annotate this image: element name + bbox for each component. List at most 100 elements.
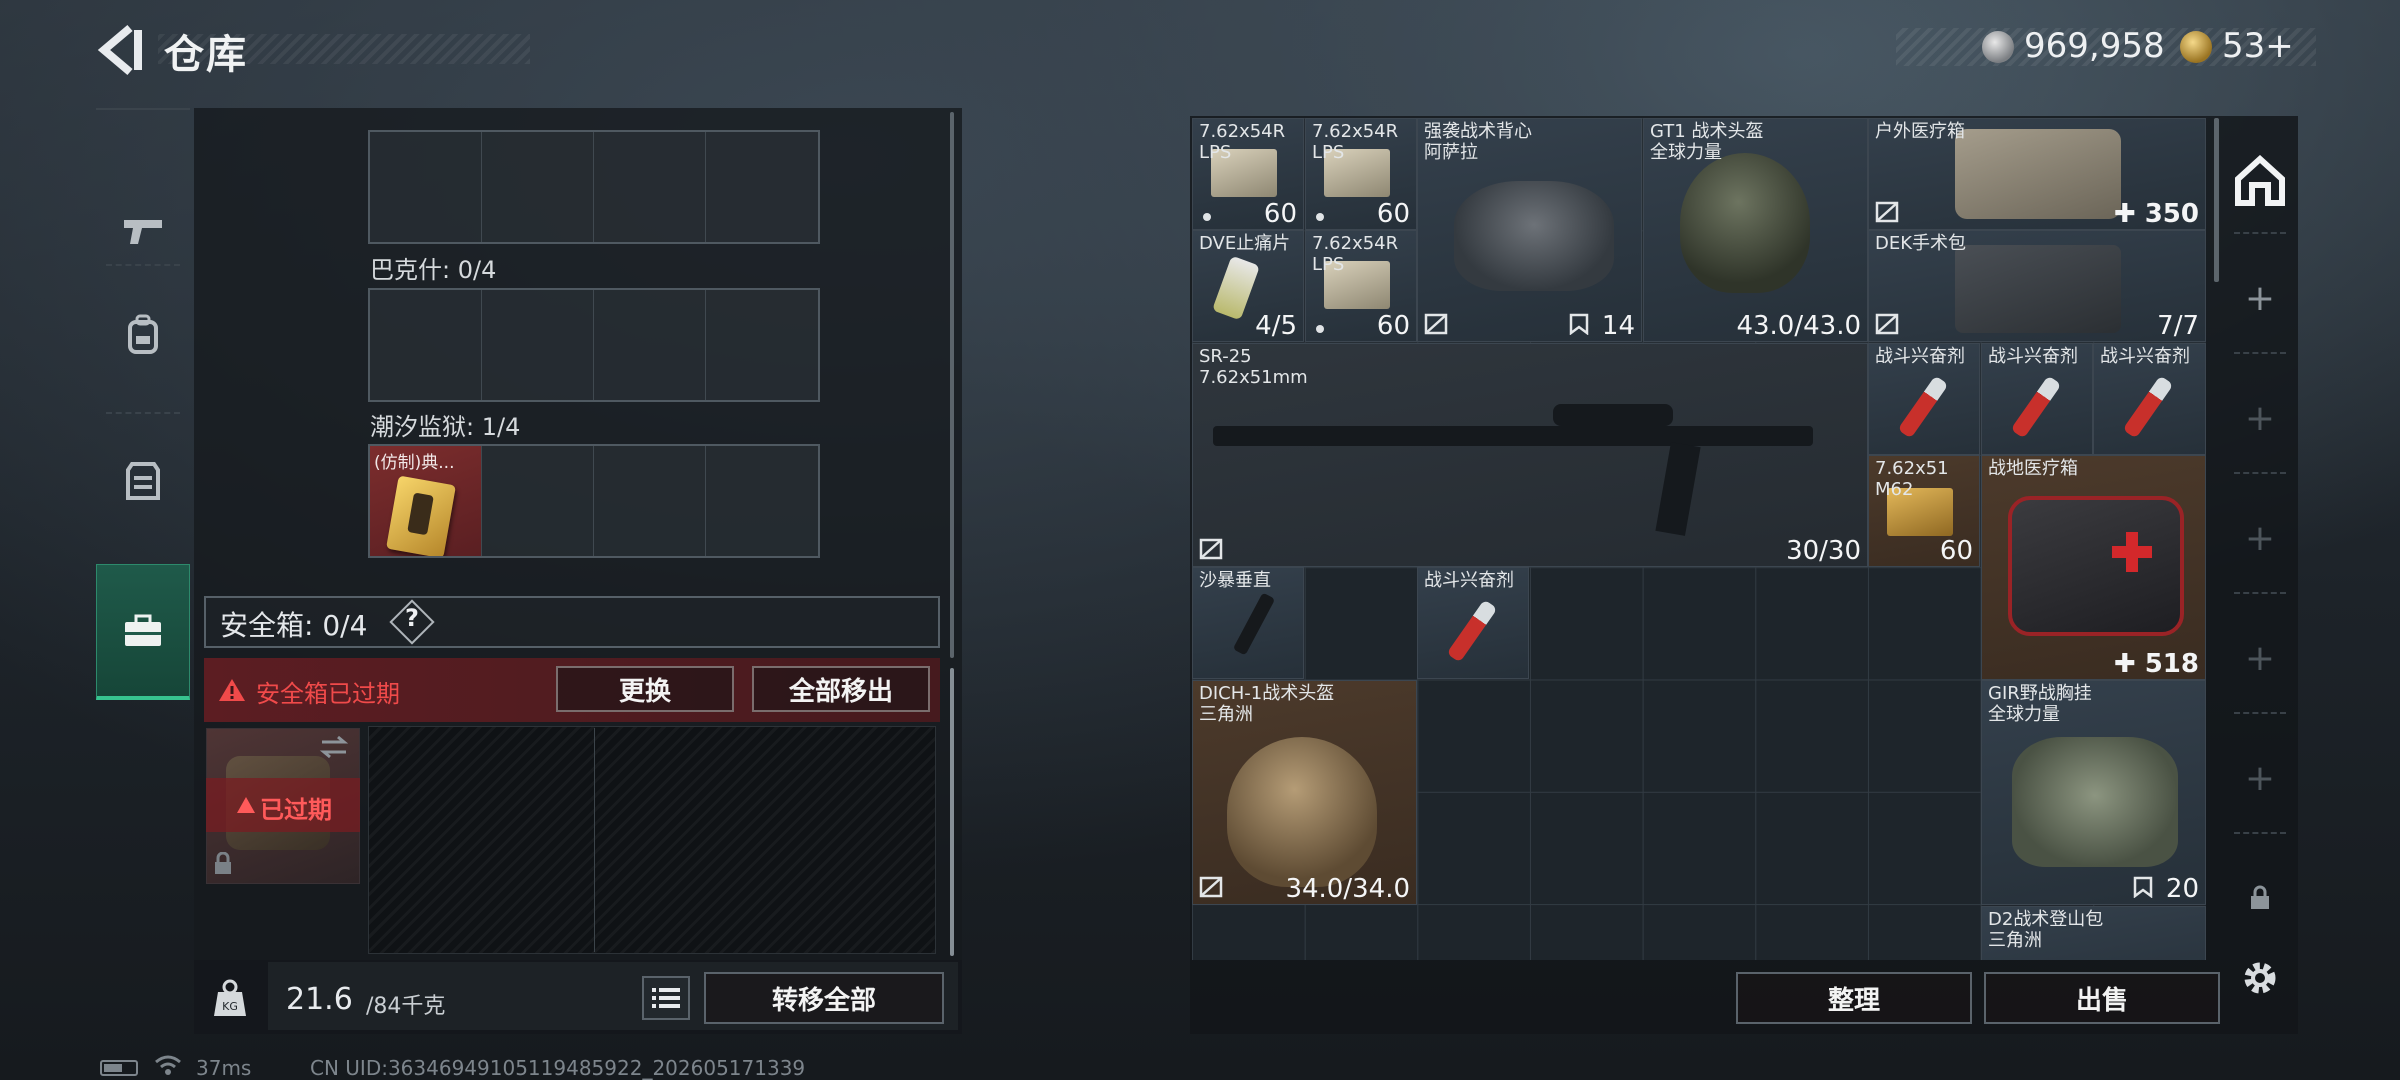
inventory-item[interactable]: 户外医疗箱 ✚ 350: [1868, 118, 2206, 230]
expired-tag: 已过期: [260, 796, 332, 824]
inventory-item[interactable]: 7.62x54R LPS 60: [1305, 230, 1417, 342]
slot[interactable]: [706, 446, 818, 556]
ammo-count: 30/30: [1786, 536, 1861, 566]
weight-icon: KG: [214, 979, 246, 1016]
inventory-item-weapon[interactable]: SR-25 7.62x51mm 30/30: [1192, 343, 1868, 567]
item-name: 沙暴垂直: [1199, 570, 1271, 591]
sell-button[interactable]: 出售: [1984, 972, 2220, 1024]
inventory-grid: 7.62x54R LPS 60 7.62x54R LPS 60 强袭战术背心 阿…: [1192, 118, 2206, 960]
container-grid-bakesh: [368, 288, 820, 402]
inventory-item[interactable]: 战斗兴奋剂: [1417, 567, 1529, 679]
inventory-item[interactable]: 战斗兴奋剂: [2093, 343, 2206, 455]
inventory-scrollbar[interactable]: [2214, 118, 2219, 282]
tab-backpack[interactable]: [96, 268, 190, 402]
pill-bottle-art: [1211, 255, 1261, 321]
transfer-all-button[interactable]: 转移全部: [704, 972, 944, 1024]
item-name: 战斗兴奋剂: [1424, 570, 1514, 591]
add-container-slot[interactable]: +: [2222, 510, 2298, 566]
scope-art: [1553, 404, 1673, 426]
help-icon: ?: [405, 604, 419, 632]
item-name: 7.62x54R LPS: [1312, 121, 1399, 163]
inventory-item[interactable]: 战地医疗箱 ✚ 518: [1981, 455, 2206, 680]
gun-icon: [124, 220, 162, 244]
inventory-item[interactable]: 战斗兴奋剂: [1868, 343, 1980, 455]
item-name: 7.62x54R LPS: [1312, 233, 1399, 275]
left-category-nav: [96, 108, 190, 714]
add-container-slot[interactable]: +: [2222, 390, 2298, 446]
replace-button[interactable]: 更换: [556, 666, 734, 712]
inventory-item[interactable]: 7.62x54R LPS 60: [1305, 118, 1417, 230]
inventory-item[interactable]: 7.62x51 M62 60: [1868, 455, 1980, 567]
red-cross-v: [2126, 532, 2138, 572]
safebox-slots[interactable]: [368, 726, 936, 954]
list-view-button[interactable]: [642, 976, 690, 1020]
inventory-item[interactable]: 强袭战术背心 阿萨拉 14: [1417, 118, 1642, 342]
slot[interactable]: [370, 290, 482, 400]
inventory-item[interactable]: GT1 战术头盔 全球力量 43.0/43.0: [1643, 118, 1868, 342]
no-insure-icon: [1424, 313, 1448, 335]
gold-coin-icon: [2180, 31, 2212, 63]
swap-icon[interactable]: [318, 734, 350, 760]
inventory-item[interactable]: DICH-1战术头盔 三角洲 34.0/34.0: [1192, 680, 1417, 905]
locked-slot[interactable]: [2222, 880, 2298, 916]
slot[interactable]: [706, 290, 818, 400]
item-count: 4/5: [1255, 311, 1297, 341]
container-grid-top: [368, 130, 820, 244]
slot[interactable]: [594, 446, 706, 556]
inventory-item[interactable]: GIR野战胸挂 全球力量 20: [1981, 680, 2206, 905]
item-name: 战斗兴奋剂: [1988, 346, 2078, 367]
safehouse-button[interactable]: [2222, 146, 2298, 216]
container-item[interactable]: (仿制)典...: [370, 446, 482, 556]
no-insure-icon: [1199, 538, 1223, 560]
inventory-item[interactable]: 战斗兴奋剂: [1981, 343, 2093, 455]
slot[interactable]: [482, 132, 594, 242]
inventory-item[interactable]: D2战术登山包 三角洲: [1981, 906, 2206, 960]
inventory-item[interactable]: DEK手术包 7/7: [1868, 230, 2206, 342]
tab-armor[interactable]: [96, 414, 190, 548]
helmet-art: [1227, 737, 1377, 887]
item-name: 战地医疗箱: [1988, 458, 2078, 479]
add-container-button[interactable]: +: [2222, 270, 2298, 326]
item-count: 14: [1601, 311, 1635, 341]
add-container-slot[interactable]: +: [2222, 750, 2298, 806]
rifle-art: [1213, 426, 1813, 446]
slot[interactable]: [482, 290, 594, 400]
weight-current: 21.6: [286, 982, 353, 1017]
vest-icon: [126, 462, 160, 500]
inventory-item[interactable]: DVE止痛片 4/5: [1192, 230, 1304, 342]
slot[interactable]: [594, 132, 706, 242]
medkit-art: [1955, 129, 2121, 219]
safebox-label: 安全箱: 0/4: [220, 609, 368, 642]
item-count: 60: [1263, 199, 1297, 229]
syringe-art: [2122, 375, 2174, 439]
container-scrollbar[interactable]: [950, 112, 954, 658]
gold-amount[interactable]: 53+: [2222, 26, 2294, 66]
slot[interactable]: [370, 132, 482, 242]
slot[interactable]: [706, 132, 818, 242]
tab-safebox[interactable]: [96, 564, 190, 700]
add-container-slot[interactable]: +: [2222, 630, 2298, 686]
item-name: 7.62x51 M62: [1875, 458, 1949, 500]
inventory-item[interactable]: 沙暴垂直: [1192, 567, 1304, 679]
warning-icon-small: [237, 797, 255, 813]
syringe-art: [1446, 599, 1498, 663]
back-button[interactable]: [96, 22, 146, 78]
lock-icon: [2251, 885, 2269, 909]
silver-amount: 969,958: [2024, 26, 2165, 66]
item-name: 战斗兴奋剂: [1875, 346, 1965, 367]
slot[interactable]: [594, 290, 706, 400]
chest-rig-art: [2012, 737, 2178, 867]
inventory-item[interactable]: 7.62x54R LPS 60: [1192, 118, 1304, 230]
move-all-out-button[interactable]: 全部移出: [752, 666, 930, 712]
wifi-icon: [155, 1055, 181, 1075]
first-aid-kit-art: [2008, 496, 2184, 636]
slot[interactable]: [482, 446, 594, 556]
settings-button[interactable]: [2222, 950, 2298, 1006]
safebox-scrollbar[interactable]: [950, 668, 954, 956]
ammo-dot-icon: [1316, 325, 1324, 333]
magazine-art: [1655, 442, 1701, 536]
item-name: 7.62x54R LPS: [1199, 121, 1286, 163]
container-grid-tidal-prison: (仿制)典...: [368, 444, 820, 558]
item-name: 战斗兴奋剂: [2100, 346, 2190, 367]
sort-button[interactable]: 整理: [1736, 972, 1972, 1024]
